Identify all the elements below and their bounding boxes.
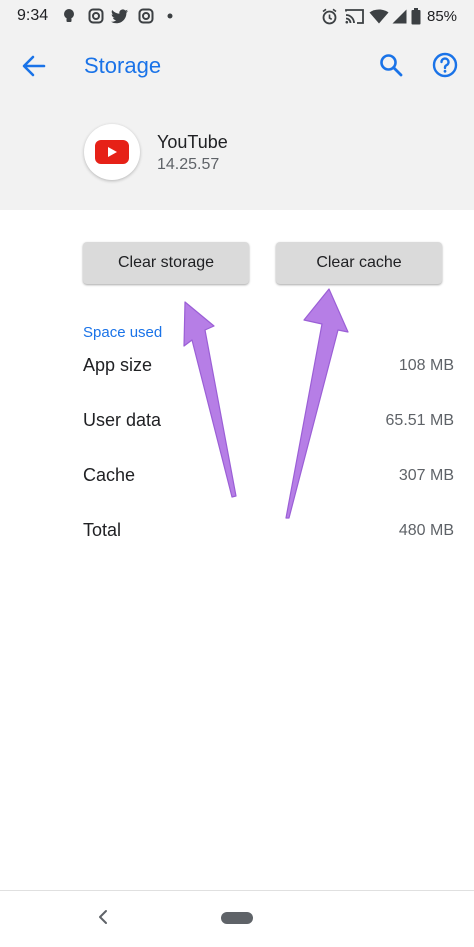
chevron-left-icon [99, 910, 107, 924]
arrow-left-icon [22, 55, 46, 77]
battery-icon [410, 7, 422, 25]
arrow-to-clear-cache [285, 288, 349, 519]
status-bar: 9:34 85% [0, 0, 474, 34]
cast-icon [344, 7, 364, 25]
back-button[interactable] [18, 52, 50, 80]
clear-cache-button[interactable]: Clear cache [276, 242, 442, 284]
row-label: Cache [83, 465, 136, 485]
help-icon [432, 52, 458, 78]
app-version: 14.25.57 [157, 156, 220, 173]
row-label: User data [83, 410, 162, 430]
nav-back-button[interactable] [94, 906, 112, 928]
row-label: App size [83, 355, 153, 375]
instagram-icon [87, 7, 105, 25]
status-time: 9:34 [17, 7, 49, 24]
help-button[interactable] [430, 50, 460, 80]
alarm-icon [320, 7, 338, 25]
section-title-space-used: Space used [83, 324, 163, 341]
dot-icon [166, 7, 174, 25]
battery-percent: 85% [427, 8, 458, 25]
youtube-logo [95, 140, 129, 164]
twitter-icon [111, 7, 129, 25]
instagram-icon [137, 7, 155, 25]
wifi-icon [369, 7, 389, 25]
page-title: Storage [84, 53, 162, 78]
row-value: 307 MB [398, 467, 454, 484]
lightbulb-icon [62, 7, 76, 25]
youtube-icon [84, 124, 140, 180]
row-value: 65.51 MB [385, 412, 454, 429]
home-pill-icon[interactable] [221, 912, 253, 924]
row-value: 480 MB [398, 522, 454, 539]
row-value: 108 MB [398, 357, 454, 374]
row-label: Total [83, 520, 122, 540]
arrow-to-clear-storage [183, 301, 237, 498]
clear-storage-button[interactable]: Clear storage [83, 242, 249, 284]
signal-icon [391, 7, 407, 25]
search-button[interactable] [376, 50, 406, 80]
app-name: YouTube [157, 132, 228, 152]
search-icon [380, 54, 403, 77]
